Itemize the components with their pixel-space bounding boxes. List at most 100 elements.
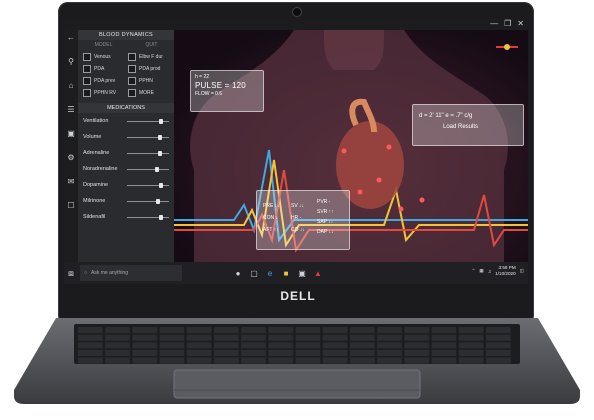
keyboard-key[interactable] <box>458 334 484 341</box>
checkbox-pda[interactable]: PDA <box>83 64 124 73</box>
touchpad[interactable] <box>173 369 421 399</box>
keyboard-key[interactable] <box>159 357 185 364</box>
keyboard-key[interactable] <box>78 342 103 349</box>
tab-model[interactable]: MODEL <box>95 42 113 48</box>
slider-track[interactable] <box>127 214 169 220</box>
keyboard-key[interactable] <box>132 342 158 349</box>
task-view-icon[interactable]: ▢ <box>246 262 262 284</box>
keyboard-key[interactable] <box>268 342 294 349</box>
keyboard-key[interactable] <box>350 342 375 349</box>
keyboard-key[interactable] <box>486 342 511 349</box>
load-results-overlay[interactable]: d = 2' 11" e = .7" c/g Load Results <box>412 104 524 146</box>
keyboard-key[interactable] <box>132 327 158 334</box>
slider-thumb[interactable] <box>158 214 163 220</box>
slider-thumb[interactable] <box>157 134 162 140</box>
keyboard-key[interactable] <box>486 357 511 364</box>
checkbox-pphn[interactable]: PPHN <box>128 76 169 85</box>
keyboard-key[interactable] <box>377 334 402 341</box>
checkbox-elbw[interactable]: Elbw F dur <box>128 52 169 61</box>
keyboard-key[interactable] <box>322 327 348 334</box>
checkbox-box[interactable] <box>128 64 136 73</box>
keyboard-key[interactable] <box>295 349 321 356</box>
keyboard-key[interactable] <box>186 349 212 356</box>
slider-dopamine[interactable]: Dopamine <box>78 177 174 193</box>
slider-thumb[interactable] <box>159 118 164 124</box>
network-icon[interactable]: ▦ <box>479 268 483 274</box>
keyboard-key[interactable] <box>214 357 239 364</box>
monitor-icon[interactable]: ▣ <box>64 126 78 140</box>
taskbar-search-box[interactable]: ○ Ask me anything <box>80 265 182 281</box>
slider-adrenaline[interactable]: Adrenaline <box>78 145 174 161</box>
keyboard-key[interactable] <box>268 349 294 356</box>
keyboard-key[interactable] <box>458 349 484 356</box>
close-button[interactable]: ✕ <box>517 19 524 29</box>
keyboard-key[interactable] <box>186 342 212 349</box>
keyboard-key[interactable] <box>431 357 457 364</box>
tab-quit[interactable]: QUIT <box>145 42 157 48</box>
checkbox-box[interactable] <box>128 88 136 97</box>
pulse-overlay[interactable]: h = 22 PULSE = 120 FLOW = 0.6 <box>190 70 264 112</box>
keyboard-key[interactable] <box>431 349 457 356</box>
keyboard-key[interactable] <box>214 334 239 341</box>
keyboard-key[interactable] <box>322 349 348 356</box>
keyboard-key[interactable] <box>404 357 430 364</box>
keyboard-key[interactable] <box>350 349 375 356</box>
keyboard-key[interactable] <box>295 334 321 341</box>
tray-chevron-icon[interactable]: ⌃ <box>472 268 476 274</box>
checkbox-box[interactable] <box>83 88 91 97</box>
checkbox-pphn-rv[interactable]: PPHN RV <box>83 88 124 97</box>
keyboard-key[interactable] <box>377 357 402 364</box>
keyboard-key[interactable] <box>377 342 402 349</box>
keyboard-key[interactable] <box>486 327 511 334</box>
keyboard-key[interactable] <box>404 327 430 334</box>
keyboard-key[interactable] <box>486 334 511 341</box>
keyboard-key[interactable] <box>431 342 457 349</box>
slider-volume[interactable]: Volume <box>78 129 174 145</box>
keyboard-key[interactable] <box>132 349 158 356</box>
keyboard-key[interactable] <box>78 334 103 341</box>
keyboard-key[interactable] <box>105 327 130 334</box>
keyboard-key[interactable] <box>241 349 266 356</box>
load-results-label[interactable]: Load Results <box>413 119 523 130</box>
slider-track[interactable] <box>127 198 169 204</box>
keyboard-key[interactable] <box>458 342 484 349</box>
search-icon[interactable]: ⚲ <box>64 54 78 68</box>
checkbox-box[interactable] <box>128 76 136 85</box>
maximize-button[interactable]: ❐ <box>504 19 511 29</box>
keyboard-key[interactable] <box>295 342 321 349</box>
document-icon[interactable]: ☰ <box>64 102 78 116</box>
keyboard-key[interactable] <box>322 342 348 349</box>
keyboard-key[interactable] <box>458 357 484 364</box>
keyboard-key[interactable] <box>404 342 430 349</box>
keyboard-key[interactable] <box>78 327 103 334</box>
keyboard-key[interactable] <box>132 334 158 341</box>
checkbox-venous[interactable]: Venous <box>83 52 124 61</box>
heart-marker[interactable] <box>419 197 425 203</box>
mail-icon[interactable]: ✉ <box>64 174 78 188</box>
keyboard-key[interactable] <box>431 334 457 341</box>
keyboard-key[interactable] <box>295 327 321 334</box>
keyboard-key[interactable] <box>132 357 158 364</box>
slider-track[interactable] <box>127 182 169 188</box>
slider-track[interactable] <box>127 150 169 156</box>
slider-thumb[interactable] <box>158 182 163 188</box>
keyboard-key[interactable] <box>350 357 375 364</box>
keyboard-key[interactable] <box>458 327 484 334</box>
keyboard-key[interactable] <box>268 357 294 364</box>
keyboard-key[interactable] <box>350 327 375 334</box>
edge-browser-icon[interactable]: e <box>262 262 278 284</box>
keyboard-key[interactable] <box>322 334 348 341</box>
keyboard-key[interactable] <box>404 349 430 356</box>
keyboard-key[interactable] <box>241 342 266 349</box>
keyboard-key[interactable] <box>268 334 294 341</box>
notification-icon[interactable]: ◫ <box>520 268 524 274</box>
checkbox-box[interactable] <box>83 76 91 85</box>
slider-track[interactable] <box>127 118 169 124</box>
keyboard-key[interactable] <box>241 357 266 364</box>
checkbox-box[interactable] <box>83 52 91 61</box>
back-arrow-icon[interactable]: ← <box>64 30 78 44</box>
checkbox-box[interactable] <box>128 52 136 61</box>
checkbox-pda-prod[interactable]: PDA prod <box>128 64 169 73</box>
keyboard-key[interactable] <box>377 327 402 334</box>
store-icon[interactable]: ▣ <box>294 262 310 284</box>
